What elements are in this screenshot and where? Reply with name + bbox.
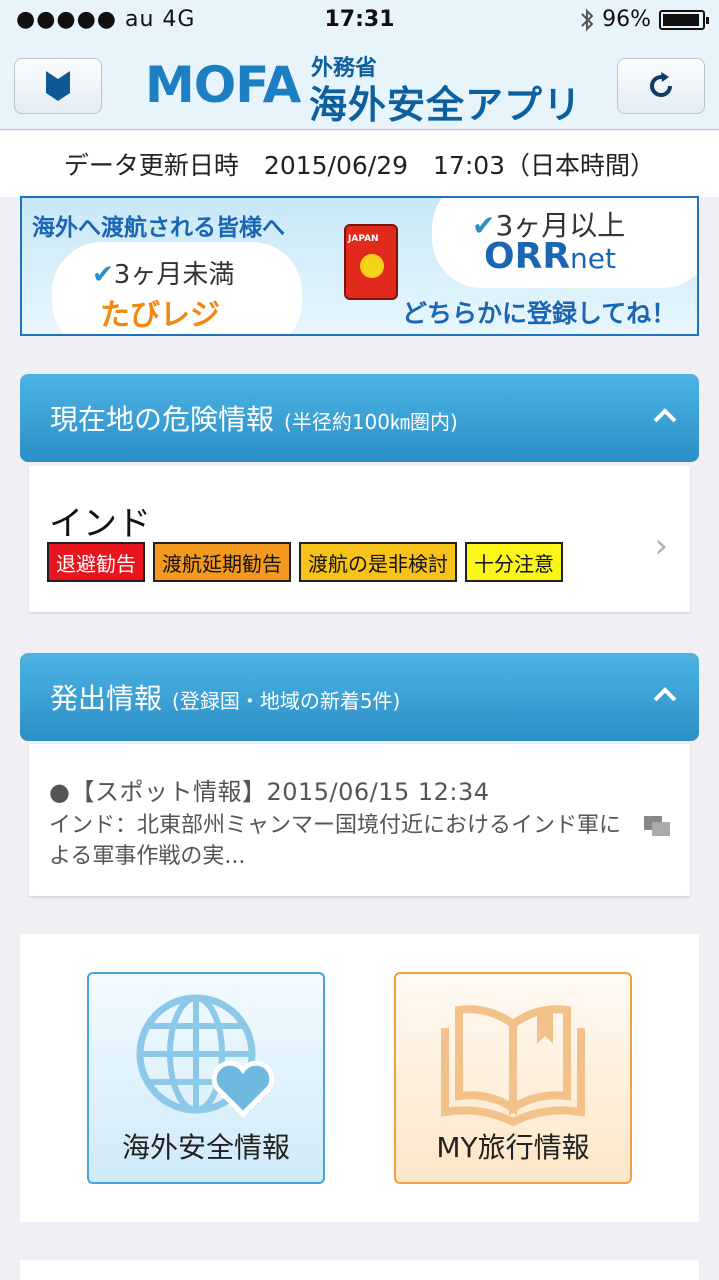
status-right: 96%	[580, 7, 709, 32]
news-list-item[interactable]: ●【スポット情報】2015/06/15 12:34 インド：北東部州ミャンマー国…	[29, 744, 690, 896]
chevron-up-icon	[653, 687, 677, 702]
news-section-header[interactable]: 発出情報 (登録国・地域の新着5件)	[20, 653, 699, 741]
status-bar: ●●●●● au 4G 17:31 96%	[0, 0, 719, 40]
bluetooth-icon	[581, 8, 594, 31]
my-travel-button[interactable]: MY旅行情報	[394, 972, 632, 1184]
mascot-face	[360, 254, 384, 278]
logo-app-name: 海外安全アプリ	[309, 83, 583, 127]
danger-section-subtitle: (半径約100㎞圏内)	[284, 409, 458, 434]
battery-icon	[659, 9, 709, 30]
passport-mascot: JAPAN	[344, 224, 398, 300]
tag-reconsider: 渡航の是非検討	[299, 542, 457, 582]
update-timestamp: データ更新日時 2015/06/29 17:03（日本時間）	[0, 131, 719, 197]
nav-bar: MOFA 外務省 海外安全アプリ	[0, 40, 719, 130]
tag-caution: 十分注意	[465, 542, 563, 582]
main-menu: 海外安全情報 MY旅行情報	[20, 934, 699, 1222]
overseas-safety-button[interactable]: 海外安全情報	[87, 972, 325, 1184]
my-travel-label: MY旅行情報	[436, 1131, 590, 1164]
passport-label: JAPAN	[348, 234, 379, 244]
chevron-right-icon: ›	[654, 526, 668, 566]
globe-heart-icon	[136, 994, 275, 1118]
news-section-subtitle: (登録国・地域の新着5件)	[172, 688, 401, 713]
danger-section-header[interactable]: 現在地の危険情報 (半径約100㎞圏内)	[20, 374, 699, 462]
tabireji-logo: たびレジ	[100, 298, 220, 333]
battery-fill	[663, 13, 700, 26]
chevron-up-icon	[653, 408, 677, 423]
logo-mofa: MOFA	[145, 56, 301, 114]
refresh-icon	[650, 72, 672, 97]
refresh-button[interactable]	[617, 58, 705, 114]
tag-postpone: 渡航延期勧告	[153, 542, 291, 582]
danger-section-title: 現在地の危険情報	[50, 403, 275, 436]
orrnet-logo: ORRnet	[484, 236, 616, 277]
banner-headline: 海外へ渡航される皆様へ	[32, 215, 285, 241]
danger-card[interactable]: インド 退避勧告 渡航延期勧告 渡航の是非検討 十分注意 ›	[29, 466, 690, 612]
registration-banner[interactable]: 海外へ渡航される皆様へ ✔3ヶ月未満 たびレジ JAPAN ✔3ヶ月以上 ORR…	[20, 196, 699, 336]
news-item-header: ●【スポット情報】2015/06/15 12:34	[49, 778, 490, 806]
battery-percent: 96%	[602, 7, 651, 32]
banner-call-to-action: どちらかに登録してね！	[402, 299, 677, 328]
app-logo: MOFA 外務省 海外安全アプリ	[145, 48, 595, 127]
banner-under-3-months: ✔3ヶ月未満	[92, 260, 235, 290]
beginner-button[interactable]	[14, 58, 102, 114]
overseas-safety-label: 海外安全情報	[121, 1131, 290, 1164]
tag-evacuation: 退避勧告	[47, 542, 145, 582]
check-icon: ✔	[92, 260, 114, 290]
news-section-title: 発出情報	[50, 682, 163, 715]
beginner-mark-icon	[46, 71, 70, 101]
comment-icon	[644, 816, 670, 836]
danger-level-tags: 退避勧告 渡航延期勧告 渡航の是非検討 十分注意	[47, 542, 563, 582]
book-icon	[441, 1005, 585, 1127]
news-item-body: インド：北東部州ミャンマー国境付近におけるインド軍による軍事作戦の実...	[49, 813, 622, 869]
country-name: インド	[49, 504, 151, 544]
footer-card	[20, 1260, 699, 1280]
